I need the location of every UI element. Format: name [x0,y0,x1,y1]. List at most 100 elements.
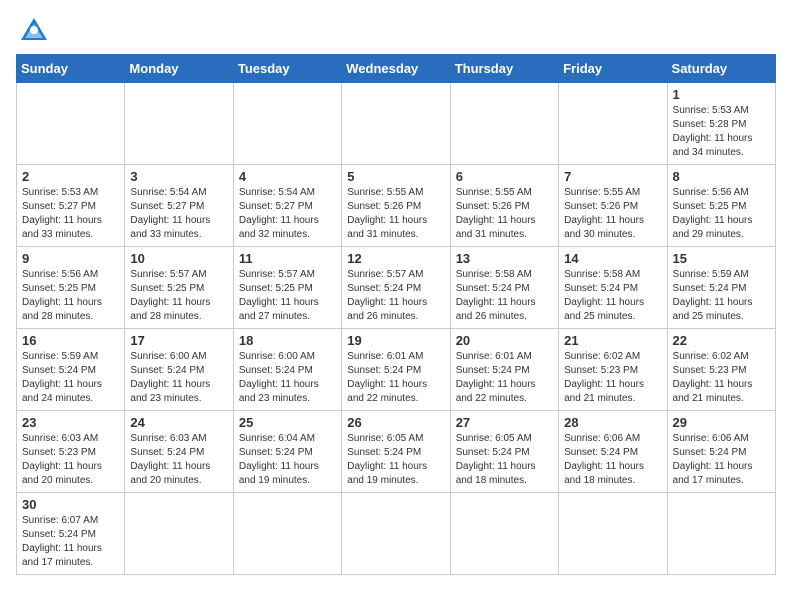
calendar-cell: 29Sunrise: 6:06 AM Sunset: 5:24 PM Dayli… [667,411,775,493]
day-info: Sunrise: 6:00 AM Sunset: 5:24 PM Dayligh… [239,350,336,406]
day-info: Sunrise: 5:57 AM Sunset: 5:24 PM Dayligh… [347,268,444,324]
day-number: 3 [130,169,227,184]
day-number: 30 [22,497,119,512]
calendar-cell [233,493,341,575]
calendar-cell [125,493,233,575]
calendar-cell: 7 Sunrise: 5:55 AM Sunset: 5:26 PM Daylig… [559,165,667,247]
calendar-cell: 23Sunrise: 6:03 AM Sunset: 5:23 PM Dayli… [17,411,125,493]
calendar-cell [17,83,125,165]
day-number: 10 [130,251,227,266]
day-info: Sunrise: 5:58 AM Sunset: 5:24 PM Dayligh… [456,268,553,324]
day-number: 28 [564,415,661,430]
calendar-cell: 26 Sunrise: 6:05 AM Sunset: 5:24 PM Dayli… [342,411,450,493]
calendar-cell [233,83,341,165]
day-info: Sunrise: 5:54 AM Sunset: 5:27 PM Dayligh… [130,186,227,242]
calendar-cell: 27 Sunrise: 6:05 AM Sunset: 5:24 PM Dayli… [450,411,558,493]
calendar-cell: 10 Sunrise: 5:57 AM Sunset: 5:25 PM Dayli… [125,247,233,329]
calendar-cell: 16 Sunrise: 5:59 AM Sunset: 5:24 PM Dayli… [17,329,125,411]
day-info: Sunrise: 5:53 AM Sunset: 5:28 PM Dayligh… [673,104,770,160]
day-number: 14 [564,251,661,266]
header-day-monday: Monday [125,55,233,83]
calendar-cell: 12 Sunrise: 5:57 AM Sunset: 5:24 PM Dayli… [342,247,450,329]
day-number: 5 [347,169,444,184]
day-number: 26 [347,415,444,430]
day-number: 19 [347,333,444,348]
calendar-cell [667,493,775,575]
day-number: 8 [673,169,770,184]
day-number: 17 [130,333,227,348]
calendar-cell [450,493,558,575]
calendar-cell: 24 Sunrise: 6:03 AM Sunset: 5:24 PM Dayli… [125,411,233,493]
day-info: Sunrise: 5:59 AM Sunset: 5:24 PM Dayligh… [673,268,770,324]
day-info: Sunrise: 5:59 AM Sunset: 5:24 PM Dayligh… [22,350,119,406]
calendar-header: SundayMondayTuesdayWednesdayThursdayFrid… [17,55,776,83]
day-number: 1 [673,87,770,102]
day-number: 7 [564,169,661,184]
calendar-cell: 15 Sunrise: 5:59 AM Sunset: 5:24 PM Dayli… [667,247,775,329]
calendar-cell: 2Sunrise: 5:53 AM Sunset: 5:27 PM Daylig… [17,165,125,247]
calendar-cell: 3 Sunrise: 5:54 AM Sunset: 5:27 PM Daylig… [125,165,233,247]
calendar-cell [559,83,667,165]
calendar-cell: 28Sunrise: 6:06 AM Sunset: 5:24 PM Dayli… [559,411,667,493]
calendar-cell: 17Sunrise: 6:00 AM Sunset: 5:24 PM Dayli… [125,329,233,411]
calendar-cell: 6 Sunrise: 5:55 AM Sunset: 5:26 PM Daylig… [450,165,558,247]
day-info: Sunrise: 5:55 AM Sunset: 5:26 PM Dayligh… [456,186,553,242]
calendar-cell: 20Sunrise: 6:01 AM Sunset: 5:24 PM Dayli… [450,329,558,411]
header-row: SundayMondayTuesdayWednesdayThursdayFrid… [17,55,776,83]
day-number: 29 [673,415,770,430]
calendar-cell: 13Sunrise: 5:58 AM Sunset: 5:24 PM Dayli… [450,247,558,329]
header-day-wednesday: Wednesday [342,55,450,83]
calendar-cell [559,493,667,575]
day-number: 21 [564,333,661,348]
day-info: Sunrise: 6:04 AM Sunset: 5:24 PM Dayligh… [239,432,336,488]
day-info: Sunrise: 5:57 AM Sunset: 5:25 PM Dayligh… [239,268,336,324]
calendar-cell: 19 Sunrise: 6:01 AM Sunset: 5:24 PM Dayli… [342,329,450,411]
calendar-cell [125,83,233,165]
day-info: Sunrise: 5:57 AM Sunset: 5:25 PM Dayligh… [130,268,227,324]
logo-icon [19,16,49,44]
day-number: 24 [130,415,227,430]
day-info: Sunrise: 6:03 AM Sunset: 5:24 PM Dayligh… [130,432,227,488]
calendar-cell: 5 Sunrise: 5:55 AM Sunset: 5:26 PM Daylig… [342,165,450,247]
day-number: 18 [239,333,336,348]
day-info: Sunrise: 5:55 AM Sunset: 5:26 PM Dayligh… [347,186,444,242]
day-info: Sunrise: 5:56 AM Sunset: 5:25 PM Dayligh… [673,186,770,242]
logo [16,16,49,44]
calendar-cell: 14Sunrise: 5:58 AM Sunset: 5:24 PM Dayli… [559,247,667,329]
calendar-cell: 9 Sunrise: 5:56 AM Sunset: 5:25 PM Daylig… [17,247,125,329]
day-number: 25 [239,415,336,430]
calendar-cell: 8 Sunrise: 5:56 AM Sunset: 5:25 PM Daylig… [667,165,775,247]
header-day-tuesday: Tuesday [233,55,341,83]
week-row-1: 1 Sunrise: 5:53 AM Sunset: 5:28 PM Daylig… [17,83,776,165]
day-info: Sunrise: 6:01 AM Sunset: 5:24 PM Dayligh… [347,350,444,406]
day-number: 12 [347,251,444,266]
day-info: Sunrise: 5:55 AM Sunset: 5:26 PM Dayligh… [564,186,661,242]
calendar-cell [342,83,450,165]
day-number: 23 [22,415,119,430]
page-header [16,16,776,44]
day-number: 11 [239,251,336,266]
calendar-cell: 22Sunrise: 6:02 AM Sunset: 5:23 PM Dayli… [667,329,775,411]
day-number: 9 [22,251,119,266]
calendar-table: SundayMondayTuesdayWednesdayThursdayFrid… [16,54,776,575]
day-number: 22 [673,333,770,348]
day-number: 16 [22,333,119,348]
week-row-3: 9 Sunrise: 5:56 AM Sunset: 5:25 PM Daylig… [17,247,776,329]
day-number: 4 [239,169,336,184]
header-day-friday: Friday [559,55,667,83]
day-number: 2 [22,169,119,184]
day-number: 15 [673,251,770,266]
day-number: 27 [456,415,553,430]
day-number: 6 [456,169,553,184]
day-info: Sunrise: 6:07 AM Sunset: 5:24 PM Dayligh… [22,514,119,570]
week-row-2: 2Sunrise: 5:53 AM Sunset: 5:27 PM Daylig… [17,165,776,247]
calendar-cell: 30 Sunrise: 6:07 AM Sunset: 5:24 PM Dayli… [17,493,125,575]
calendar-cell: 11 Sunrise: 5:57 AM Sunset: 5:25 PM Dayli… [233,247,341,329]
day-info: Sunrise: 6:02 AM Sunset: 5:23 PM Dayligh… [564,350,661,406]
day-info: Sunrise: 5:56 AM Sunset: 5:25 PM Dayligh… [22,268,119,324]
day-info: Sunrise: 6:05 AM Sunset: 5:24 PM Dayligh… [456,432,553,488]
calendar-cell: 1 Sunrise: 5:53 AM Sunset: 5:28 PM Daylig… [667,83,775,165]
week-row-5: 23Sunrise: 6:03 AM Sunset: 5:23 PM Dayli… [17,411,776,493]
calendar-body: 1 Sunrise: 5:53 AM Sunset: 5:28 PM Daylig… [17,83,776,575]
day-info: Sunrise: 6:05 AM Sunset: 5:24 PM Dayligh… [347,432,444,488]
